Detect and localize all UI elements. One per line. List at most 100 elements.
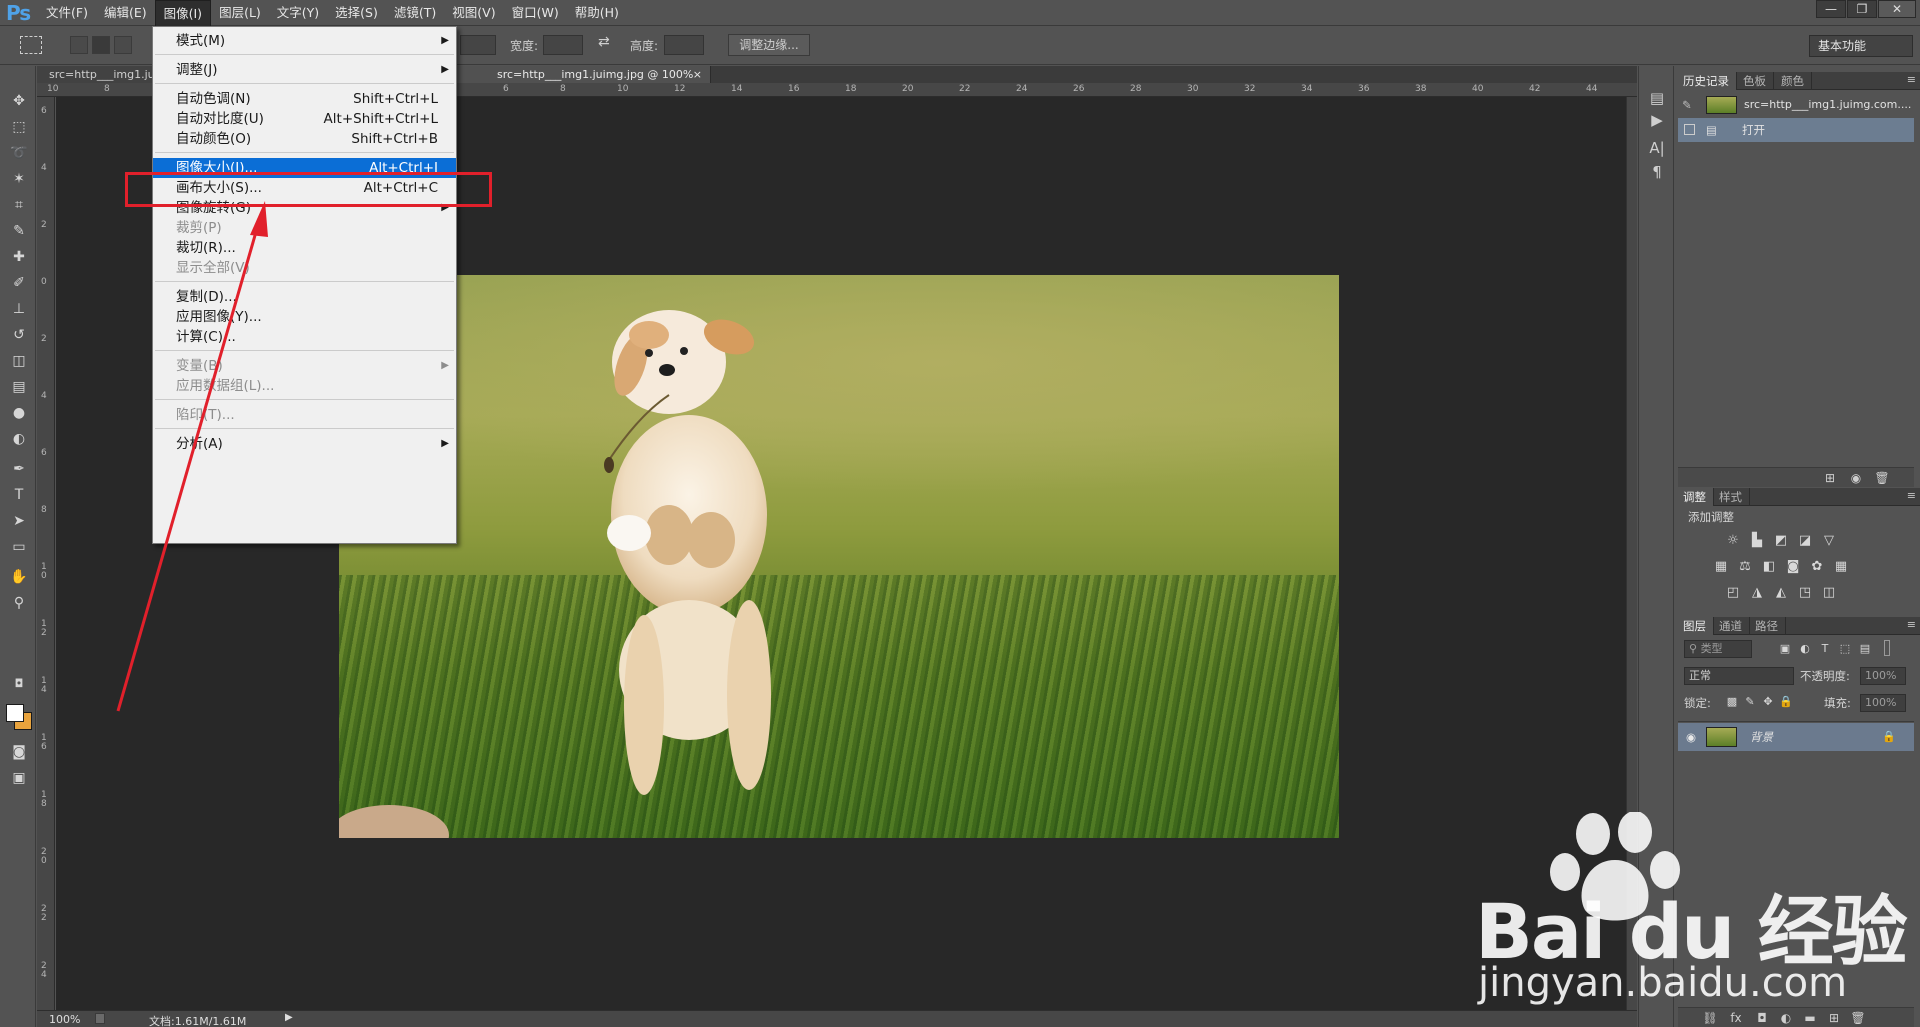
brush-tool-icon[interactable]: ✐ (8, 272, 30, 294)
layer-row-background[interactable]: ◉ 背景 🔒 (1678, 723, 1914, 751)
magic-wand-icon[interactable]: ✶ (8, 168, 30, 190)
camera-icon[interactable]: ◉ (1848, 470, 1864, 486)
quick-mask-mode-icon[interactable]: ◙ (8, 741, 30, 763)
status-menu-arrow-icon[interactable]: ▶ (285, 1012, 293, 1023)
tab-color[interactable]: 颜色 (1774, 72, 1812, 90)
doc-tab-2[interactable]: src=http___img1.juimg.jpg @ 100%(RGB/8#)… (457, 66, 711, 98)
layer-filter-select[interactable]: ⚲ 类型 (1684, 640, 1752, 658)
tab-channels[interactable]: 通道 (1712, 617, 1750, 635)
character-dock-icon[interactable]: A| (1647, 138, 1667, 158)
minimize-button[interactable]: — (1816, 0, 1846, 18)
lock-pixels-icon[interactable]: ✎ (1741, 693, 1759, 711)
invert-icon[interactable]: ◰ (1724, 584, 1742, 602)
lock-position-icon[interactable]: ✥ (1759, 693, 1777, 711)
crop-tool-icon[interactable]: ⌗ (8, 194, 30, 216)
eyedropper-icon[interactable]: ✎ (8, 220, 30, 242)
history-dock-icon[interactable]: ▤ (1647, 88, 1667, 108)
levels-icon[interactable]: ▙ (1748, 532, 1766, 550)
opacity-input[interactable]: 100% (1860, 667, 1906, 685)
exposure-icon[interactable]: ◪ (1796, 532, 1814, 550)
gradient-tool-icon[interactable]: ▤ (8, 376, 30, 398)
history-step-row[interactable]: ▤ 打开 (1678, 118, 1914, 142)
selective-color-icon[interactable]: ◫ (1820, 584, 1838, 602)
restore-button[interactable]: ❐ (1847, 0, 1877, 18)
filter-smart-icon[interactable]: ▤ (1856, 640, 1874, 658)
gradient-map-icon[interactable]: ◳ (1796, 584, 1814, 602)
quick-mask-icon[interactable]: ◘ (8, 673, 30, 695)
color-lookup-icon[interactable]: ▦ (1832, 558, 1850, 576)
channel-mixer-icon[interactable]: ✿ (1808, 558, 1826, 576)
menu-filter[interactable]: 滤镜(T) (386, 0, 444, 26)
fill-input[interactable]: 100% (1860, 694, 1906, 712)
swap-colors-icon[interactable] (30, 699, 36, 721)
dodge-tool-icon[interactable]: ◐ (8, 428, 30, 450)
menu-item-3[interactable]: 自动对比度(U) Alt+Shift+Ctrl+L (153, 109, 456, 129)
menu-image[interactable]: 图像(I) (154, 0, 212, 26)
layers-panel-menu-icon[interactable]: ≡ (1907, 618, 1916, 631)
filter-type-icon[interactable]: T (1816, 640, 1834, 658)
add-selection-icon[interactable] (92, 36, 110, 54)
color-balance-icon[interactable]: ⚖ (1736, 558, 1754, 576)
zoom-level[interactable]: 100% (49, 1013, 80, 1026)
workspace-select[interactable]: 基本功能 (1809, 35, 1913, 57)
swap-icon[interactable]: ⇄ (598, 34, 610, 50)
menu-edit[interactable]: 编辑(E) (96, 0, 155, 26)
zoom-tool-icon[interactable]: ⚲ (8, 592, 30, 614)
new-selection-icon[interactable] (70, 36, 88, 54)
brush-source-icon[interactable]: ✎ (1682, 93, 1692, 117)
lock-transparent-icon[interactable]: ▩ (1723, 693, 1741, 711)
healing-brush-icon[interactable]: ✚ (8, 246, 30, 268)
menu-select[interactable]: 选择(S) (327, 0, 386, 26)
tab-adjustments[interactable]: 调整 (1676, 488, 1714, 506)
height-input[interactable] (664, 35, 704, 55)
adjust-panel-menu-icon[interactable]: ≡ (1907, 489, 1916, 502)
type-tool-icon[interactable]: T (8, 484, 30, 506)
visibility-eye-icon[interactable]: ◉ (1686, 725, 1696, 749)
menu-window[interactable]: 窗口(W) (504, 0, 567, 26)
tab-history[interactable]: 历史记录 (1676, 72, 1737, 90)
lasso-tool-icon[interactable]: ➰ (8, 142, 30, 164)
history-brush-icon[interactable]: ↺ (8, 324, 30, 346)
curves-icon[interactable]: ◩ (1772, 532, 1790, 550)
vibrance-icon[interactable]: ▽ (1820, 532, 1838, 550)
menu-file[interactable]: 文件(F) (38, 0, 96, 26)
refine-edge-button[interactable]: 调整边缘... (728, 34, 810, 56)
black-white-icon[interactable]: ◧ (1760, 558, 1778, 576)
tab-swatches[interactable]: 色板 (1736, 72, 1774, 90)
posterize-icon[interactable]: ◮ (1748, 584, 1766, 602)
marquee-tool-icon[interactable]: ⬚ (8, 116, 30, 138)
path-select-icon[interactable]: ➤ (8, 510, 30, 532)
filter-pixel-icon[interactable]: ▣ (1776, 640, 1794, 658)
hand-tool-icon[interactable]: ✋ (8, 566, 30, 588)
filter-shape-icon[interactable]: ⬚ (1836, 640, 1854, 658)
document-image[interactable] (339, 275, 1339, 838)
threshold-icon[interactable]: ◭ (1772, 584, 1790, 602)
filter-toggle[interactable] (1884, 640, 1890, 656)
actions-dock-icon[interactable]: ▶ (1647, 110, 1667, 130)
brightness-icon[interactable]: ☼ (1724, 532, 1742, 550)
shape-tool-icon[interactable]: ▭ (8, 536, 30, 558)
tab-paths[interactable]: 路径 (1748, 617, 1786, 635)
subtract-selection-icon[interactable] (114, 36, 132, 54)
pen-tool-icon[interactable]: ✒ (8, 458, 30, 480)
trash-icon[interactable]: 🗑 (1874, 470, 1890, 486)
eraser-icon[interactable]: ◫ (8, 350, 30, 372)
status-preview-icon[interactable] (95, 1013, 105, 1024)
clone-stamp-icon[interactable]: ⊥ (8, 298, 30, 320)
hue-saturation-icon[interactable]: ▦ (1712, 558, 1730, 576)
menu-item-0[interactable]: 模式(M) ▶ (153, 31, 456, 51)
tab-layers[interactable]: 图层 (1676, 617, 1714, 635)
menu-view[interactable]: 视图(V) (444, 0, 503, 26)
filter-adjust-icon[interactable]: ◐ (1796, 640, 1814, 658)
width-input[interactable] (543, 35, 583, 55)
blur-tool-icon[interactable]: ● (8, 402, 30, 424)
menu-item-4[interactable]: 自动颜色(O) Shift+Ctrl+B (153, 129, 456, 149)
tab-styles[interactable]: 样式 (1712, 488, 1750, 506)
panel-menu-icon[interactable]: ≡ (1907, 73, 1916, 86)
menu-help[interactable]: 帮助(H) (567, 0, 627, 26)
menu-layer[interactable]: 图层(L) (211, 0, 269, 26)
close-window-button[interactable]: ✕ (1878, 0, 1916, 18)
history-step-checkbox[interactable] (1684, 124, 1695, 135)
paragraph-dock-icon[interactable]: ¶ (1647, 162, 1667, 182)
menu-item-2[interactable]: 自动色调(N) Shift+Ctrl+L (153, 89, 456, 109)
